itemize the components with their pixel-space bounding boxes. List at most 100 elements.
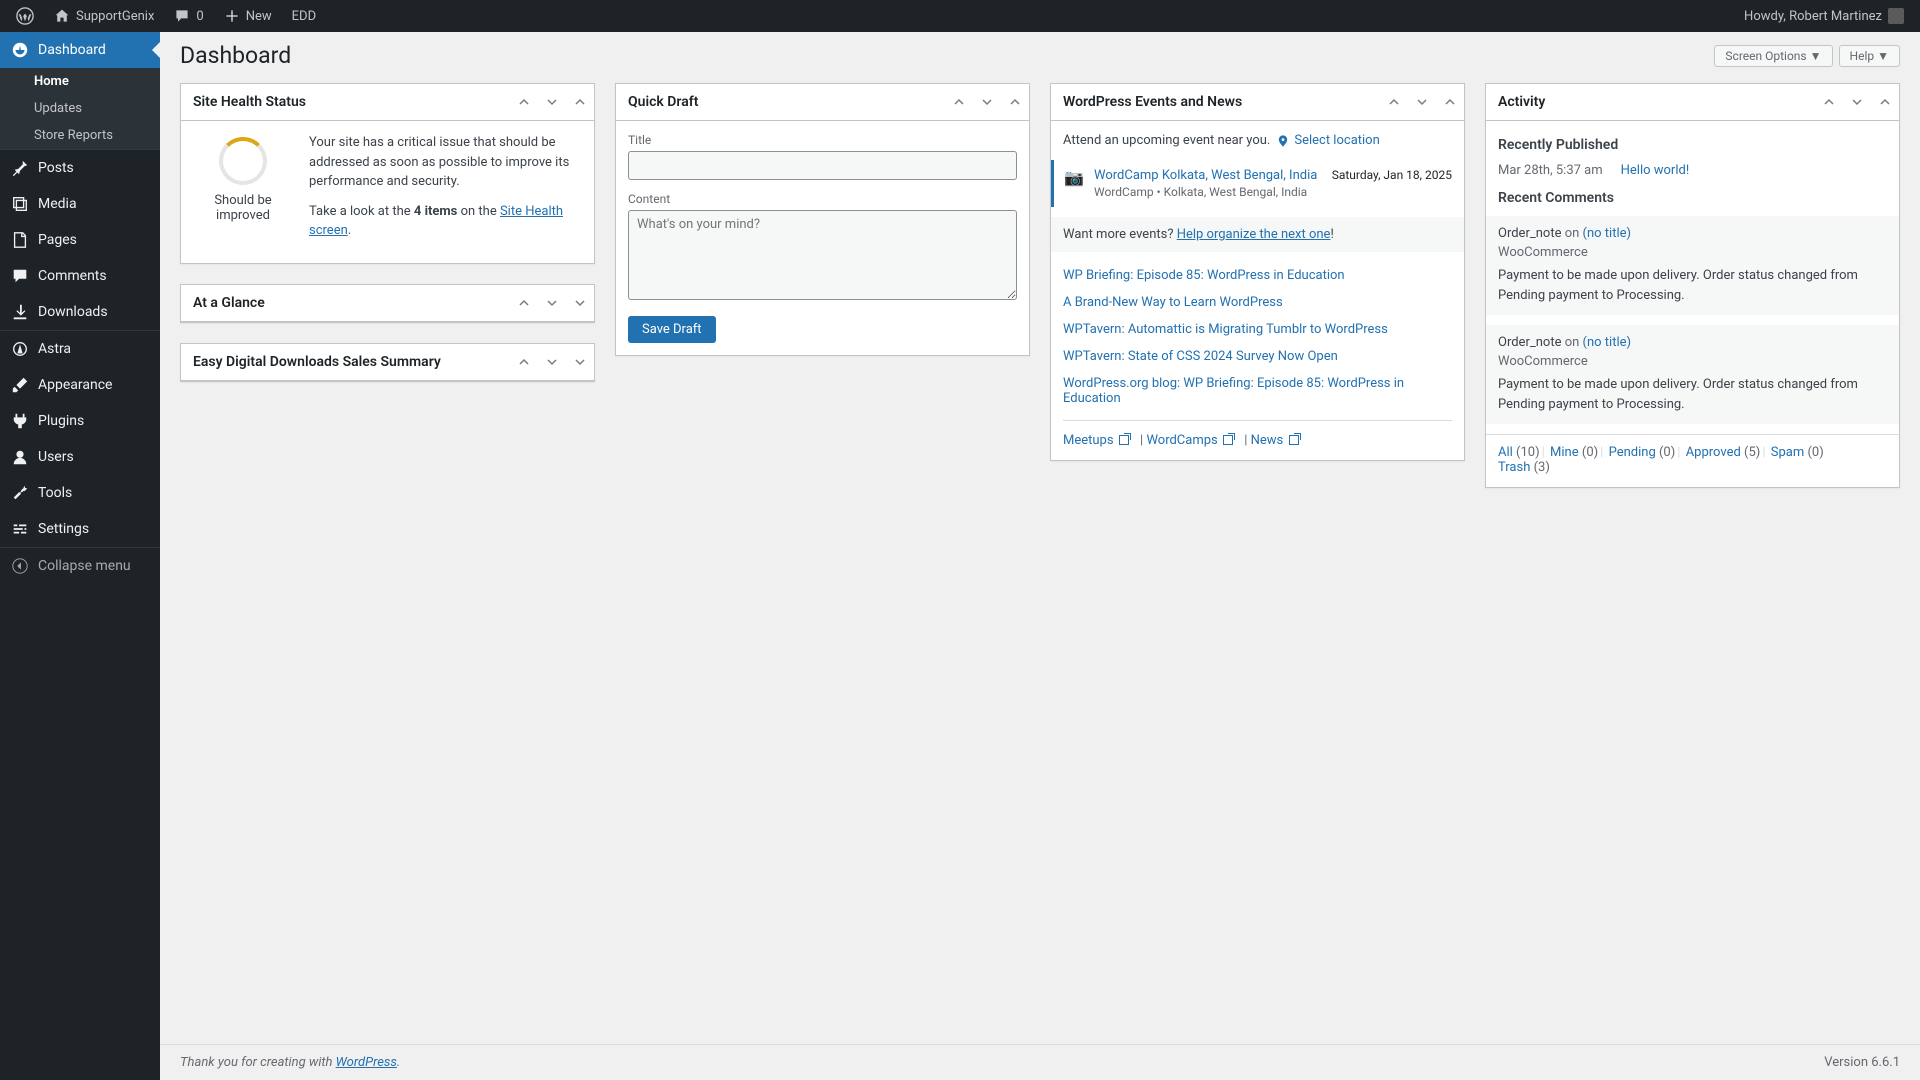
menu-downloads[interactable]: Downloads [0,294,160,330]
filter-trash[interactable]: Trash [1498,460,1530,475]
menu-label: Plugins [38,413,84,429]
move-up-button[interactable] [510,84,538,120]
title-label: Title [628,133,1017,147]
menu-label: Tools [38,485,72,501]
draft-title-input[interactable] [628,151,1017,180]
wordcamp-icon: 📷 [1064,168,1084,199]
menu-label: Posts [38,160,74,176]
events-news-widget: WordPress Events and News Attend an upco… [1050,83,1465,461]
menu-label: Settings [38,521,89,537]
menu-appearance[interactable]: Appearance [0,367,160,403]
menu-label: Downloads [38,304,108,320]
page-title: Dashboard [180,42,291,69]
menu-collapse[interactable]: Collapse menu [0,548,160,584]
dashboard-icon [10,40,30,60]
menu-label: Collapse menu [38,558,131,574]
widget-title: Easy Digital Downloads Sales Summary [181,344,510,380]
move-down-button[interactable] [538,84,566,120]
comments-bubble[interactable]: 0 [166,0,211,32]
comment-item: Order_note on (no title) WooCommerce Pay… [1486,325,1899,424]
move-down-button[interactable] [973,84,1001,120]
organize-link[interactable]: Help organize the next one [1177,227,1331,242]
filter-approved[interactable]: Approved [1686,445,1741,460]
menu-astra[interactable]: Astra [0,331,160,367]
submenu-home[interactable]: Home [0,68,160,95]
news-link[interactable]: WordPress.org blog: WP Briefing: Episode… [1063,376,1404,406]
menu-label: Astra [38,341,71,357]
move-up-button[interactable] [945,84,973,120]
comment-post-link[interactable]: (no title) [1583,335,1632,350]
widget-title: Quick Draft [616,84,945,120]
move-up-button[interactable] [1380,84,1408,120]
screen-options-button[interactable]: Screen Options ▼ [1714,45,1832,67]
menu-label: Users [38,449,74,465]
new-content[interactable]: New [216,0,280,32]
filter-mine[interactable]: Mine [1550,445,1579,460]
media-icon [10,194,30,214]
menu-pages[interactable]: Pages [0,222,160,258]
edd-menu[interactable]: EDD [284,0,324,32]
menu-plugins[interactable]: Plugins [0,403,160,439]
menu-tools[interactable]: Tools [0,475,160,511]
toggle-button[interactable] [566,285,594,321]
pin-icon [10,158,30,178]
help-button[interactable]: Help ▼ [1839,45,1900,67]
comment-text: Payment to be made upon delivery. Order … [1498,266,1887,305]
move-down-button[interactable] [1408,84,1436,120]
menu-label: Comments [38,268,107,284]
toggle-button[interactable] [1871,84,1899,120]
toggle-button[interactable] [1436,84,1464,120]
move-up-button[interactable] [510,344,538,380]
move-down-button[interactable] [1843,84,1871,120]
attend-text: Attend an upcoming event near you. [1063,133,1270,148]
news-link[interactable]: WPTavern: State of CSS 2024 Survey Now O… [1063,349,1338,364]
comment-post-link[interactable]: (no title) [1583,226,1632,241]
toggle-button[interactable] [566,84,594,120]
wp-logo[interactable] [8,0,42,32]
meetups-link[interactable]: Meetups [1063,433,1129,448]
site-name[interactable]: SupportGenix [46,0,162,32]
widget-title: WordPress Events and News [1051,84,1380,120]
menu-posts[interactable]: Posts [0,150,160,186]
news-link[interactable]: WP Briefing: Episode 85: WordPress in Ed… [1063,268,1345,283]
move-up-button[interactable] [510,285,538,321]
event-link[interactable]: WordCamp Kolkata, West Bengal, India [1094,168,1317,183]
post-link[interactable]: Hello world! [1621,163,1690,178]
menu-media[interactable]: Media [0,186,160,222]
menu-dashboard[interactable]: Dashboard [0,32,160,68]
toggle-button[interactable] [566,344,594,380]
news-link[interactable]: A Brand-New Way to Learn WordPress [1063,295,1283,310]
filter-spam[interactable]: Spam [1771,445,1805,460]
submenu-store-reports[interactable]: Store Reports [0,122,160,149]
content-label: Content [628,192,1017,206]
recent-comments-heading: Recent Comments [1498,190,1887,206]
comment-source: WooCommerce [1498,354,1887,369]
filter-pending[interactable]: Pending [1609,445,1656,460]
draft-content-input[interactable] [628,210,1017,300]
move-down-button[interactable] [538,285,566,321]
site-name-label: SupportGenix [76,9,154,24]
filter-all[interactable]: All [1498,445,1513,460]
chevron-down-icon: ▼ [1810,49,1822,63]
menu-label: Dashboard [38,42,106,58]
select-location-button[interactable]: Select location [1276,133,1379,148]
menu-settings[interactable]: Settings [0,511,160,547]
wordpress-link[interactable]: WordPress [336,1055,397,1070]
menu-label: Pages [38,232,77,248]
move-down-button[interactable] [538,344,566,380]
activity-widget: Activity Recently Published Mar 28th, 5:… [1485,83,1900,488]
admin-footer: Thank you for creating with WordPress. V… [160,1044,1920,1080]
menu-users[interactable]: Users [0,439,160,475]
news-footer-link[interactable]: News [1251,433,1299,448]
edd-label: EDD [292,9,316,24]
user-account[interactable]: Howdy, Robert Martinez [1736,0,1912,32]
submenu-updates[interactable]: Updates [0,95,160,122]
wordcamps-link[interactable]: WordCamps [1146,433,1233,448]
save-draft-button[interactable]: Save Draft [628,316,716,343]
news-link[interactable]: WPTavern: Automattic is Migrating Tumblr… [1063,322,1388,337]
toggle-button[interactable] [1001,84,1029,120]
move-up-button[interactable] [1815,84,1843,120]
menu-comments[interactable]: Comments [0,258,160,294]
quick-draft-widget: Quick Draft Title Content Save Draft [615,83,1030,356]
brush-icon [10,375,30,395]
